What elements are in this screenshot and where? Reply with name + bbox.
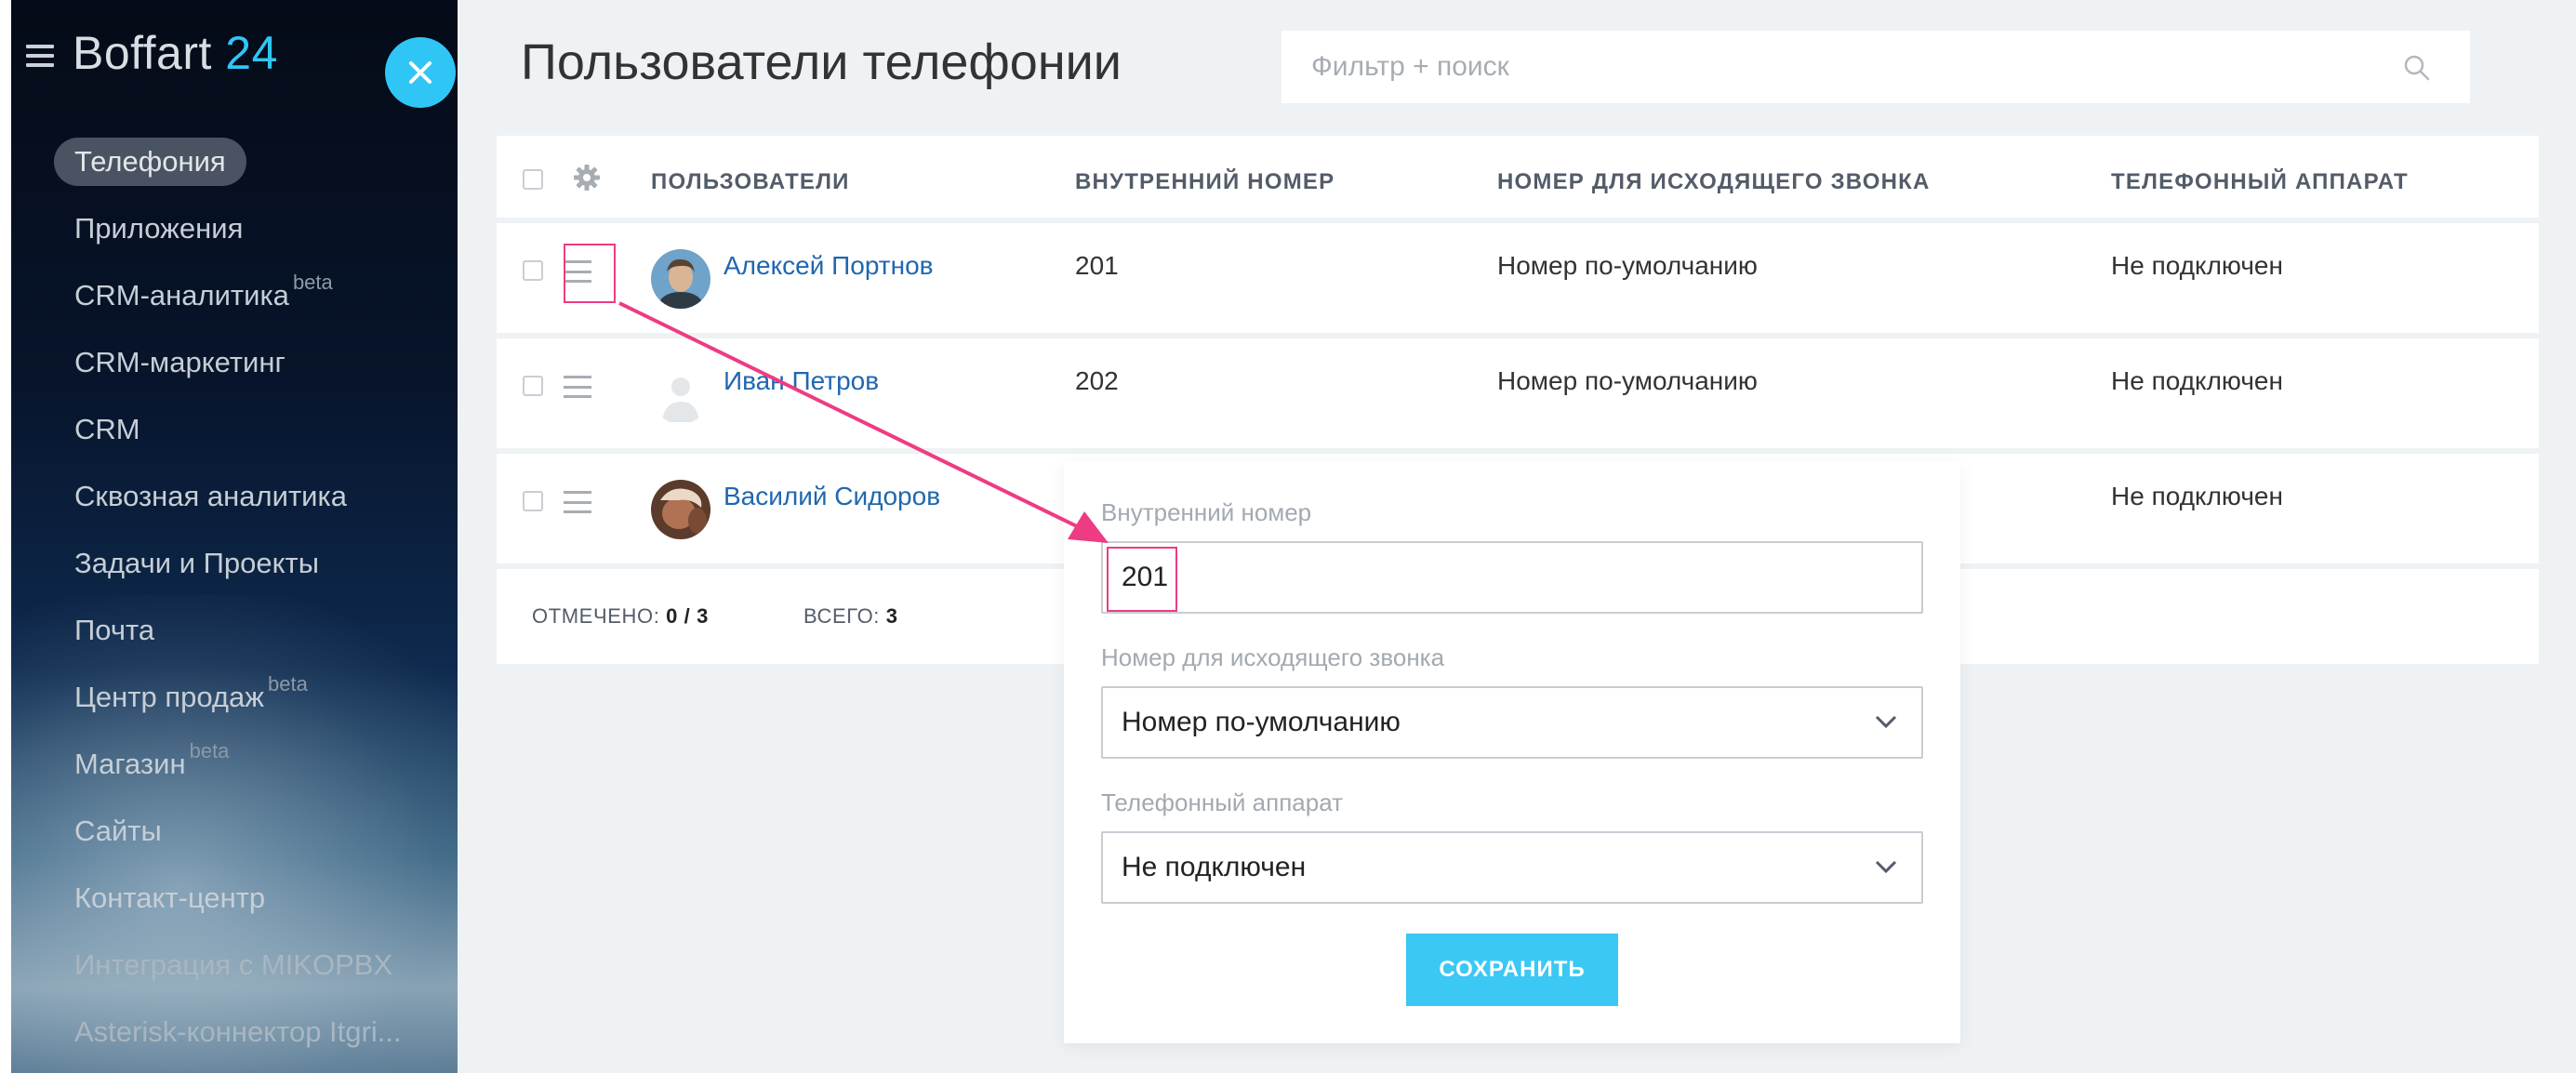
- selected-label: ОТМЕЧЕНО:: [532, 604, 660, 628]
- user-name-link[interactable]: Алексей Портнов: [724, 251, 934, 281]
- device-cell: Не подключен: [2111, 366, 2283, 395]
- sidebar-item-crm-analytics[interactable]: CRM-аналитика beta: [54, 262, 402, 329]
- total-label: ВСЕГО:: [803, 604, 881, 628]
- chevron-down-icon: [1875, 715, 1897, 729]
- sidebar-item-label: Центр продаж: [74, 681, 264, 713]
- search-input[interactable]: [1281, 31, 2470, 103]
- row-checkbox[interactable]: [523, 260, 543, 281]
- select-all-checkbox[interactable]: [523, 169, 543, 190]
- sidebar-item-crm-marketing[interactable]: CRM-маркетинг: [54, 329, 402, 396]
- outgoing-number-select[interactable]: Номер по-умолчанию: [1101, 686, 1923, 759]
- beta-badge: beta: [292, 271, 333, 294]
- menu-toggle-icon[interactable]: [26, 45, 54, 67]
- sidebar-item-label: Контакт-центр: [74, 881, 266, 914]
- sidebar-item-label: Почта: [74, 614, 155, 646]
- sidebar-item-end-to-end-analytics[interactable]: Сквозная аналитика: [54, 463, 402, 530]
- beta-badge: beta: [268, 672, 308, 695]
- sidebar-item-label: Сквозная аналитика: [74, 480, 347, 512]
- extension-cell: 202: [1075, 366, 1119, 395]
- table-row: Иван Петров 202 Номер по-умолчанию Не по…: [497, 338, 2539, 454]
- edit-user-popup: Внутренний номер 201 Номер для исходящег…: [1064, 461, 1960, 1043]
- sidebar-item-label: Задачи и Проекты: [74, 547, 320, 579]
- column-header-users[interactable]: ПОЛЬЗОВАТЕЛИ: [651, 169, 850, 195]
- highlight-extension-field: [1107, 547, 1177, 612]
- close-slider-button[interactable]: [385, 37, 456, 108]
- sidebar-item-sites[interactable]: Сайты: [54, 798, 402, 865]
- device-cell: Не подключен: [2111, 482, 2283, 510]
- photo-icon: [651, 480, 710, 539]
- device-value: Не подключен: [1122, 852, 1307, 882]
- sidebar-item-label: CRM-маркетинг: [74, 346, 285, 378]
- window-edge: [0, 0, 11, 1073]
- sidebar-item-label: Магазин: [74, 748, 186, 780]
- sidebar-item-label: Интеграция с MIKOPBX: [74, 948, 393, 981]
- search-icon[interactable]: [2403, 54, 2431, 82]
- user-name-link[interactable]: Иван Петров: [724, 366, 879, 396]
- sidebar-item-tasks[interactable]: Задачи и Проекты: [54, 530, 402, 597]
- column-header-outgoing-number[interactable]: НОМЕР ДЛЯ ИСХОДЯЩЕГО ЗВОНКА: [1497, 169, 1931, 195]
- extension-label: Внутренний номер: [1101, 498, 1312, 526]
- sidebar-item-label: Приложения: [74, 212, 244, 245]
- selected-value: 0 / 3: [666, 604, 709, 628]
- sidebar-item-asterisk-connector[interactable]: Asterisk-коннектор Itgri...: [54, 999, 402, 1066]
- filter-search[interactable]: [1281, 31, 2470, 103]
- gear-icon[interactable]: [573, 164, 601, 192]
- row-menu-icon[interactable]: [564, 376, 591, 398]
- device-cell: Не подключен: [2111, 251, 2283, 280]
- sidebar-item-shop[interactable]: Магазин beta: [54, 731, 402, 798]
- total-count: ВСЕГО: 3: [803, 604, 898, 629]
- sidebar-item-apps[interactable]: Приложения: [54, 195, 402, 262]
- beta-badge: beta: [189, 739, 230, 762]
- row-menu-icon[interactable]: [564, 491, 591, 513]
- save-button[interactable]: СОХРАНИТЬ: [1406, 934, 1618, 1006]
- highlight-row-menu: [564, 244, 616, 303]
- photo-icon: [651, 249, 710, 309]
- outgoing-number-value: Номер по-умолчанию: [1122, 707, 1401, 737]
- sidebar-item-label: Телефония: [54, 138, 246, 186]
- sidebar-item-mail[interactable]: Почта: [54, 597, 402, 664]
- sidebar-item-sales-center[interactable]: Центр продаж beta: [54, 664, 402, 731]
- row-checkbox[interactable]: [523, 491, 543, 511]
- table-row: Алексей Портнов 201 Номер по-умолчанию Н…: [497, 223, 2539, 338]
- sidebar-item-label: Сайты: [74, 815, 162, 847]
- outgoing-number-label: Номер для исходящего звонка: [1101, 643, 1445, 671]
- user-avatar[interactable]: [651, 364, 710, 424]
- user-avatar[interactable]: [651, 480, 710, 539]
- outgoing-number-cell: Номер по-умолчанию: [1497, 251, 1758, 280]
- extension-cell: 201: [1075, 251, 1119, 280]
- sidebar-item-label: Asterisk-коннектор Itgri...: [74, 1015, 402, 1048]
- user-placeholder-icon: [651, 364, 710, 424]
- sidebar: Boffart 24 Телефония Приложения CRM-анал…: [11, 0, 458, 1073]
- sidebar-item-contact-center[interactable]: Контакт-центр: [54, 865, 402, 932]
- device-select[interactable]: Не подключен: [1101, 831, 1923, 904]
- sidebar-nav: Телефония Приложения CRM-аналитика beta C…: [54, 128, 402, 1066]
- grid-header: ПОЛЬЗОВАТЕЛИ ВНУТРЕННИЙ НОМЕР НОМЕР ДЛЯ …: [497, 136, 2539, 223]
- sidebar-item-crm[interactable]: CRM: [54, 396, 402, 463]
- logo-name: Boffart: [73, 27, 212, 79]
- sidebar-item-mikopbx[interactable]: Интеграция с MIKOPBX: [54, 932, 402, 999]
- close-icon: [409, 61, 432, 84]
- user-name-link[interactable]: Василий Сидоров: [724, 482, 940, 511]
- sidebar-item-telephony[interactable]: Телефония: [54, 128, 402, 195]
- user-avatar[interactable]: [651, 249, 710, 309]
- chevron-down-icon: [1875, 860, 1897, 874]
- column-header-device[interactable]: ТЕЛЕФОННЫЙ АППАРАТ: [2111, 169, 2409, 195]
- column-header-extension[interactable]: ВНУТРЕННИЙ НОМЕР: [1075, 169, 1334, 195]
- sidebar-item-label: CRM-аналитика: [74, 279, 289, 311]
- logo-number: 24: [225, 27, 278, 79]
- app-logo[interactable]: Boffart 24: [73, 26, 278, 80]
- device-label: Телефонный аппарат: [1101, 788, 1343, 816]
- total-value: 3: [885, 604, 898, 628]
- sidebar-item-label: CRM: [74, 413, 140, 445]
- extension-field[interactable]: 201: [1101, 541, 1923, 614]
- page-title: Пользователи телефонии: [521, 34, 1122, 90]
- selected-count: ОТМЕЧЕНО: 0 / 3: [532, 604, 709, 629]
- outgoing-number-cell: Номер по-умолчанию: [1497, 366, 1758, 395]
- row-checkbox[interactable]: [523, 376, 543, 396]
